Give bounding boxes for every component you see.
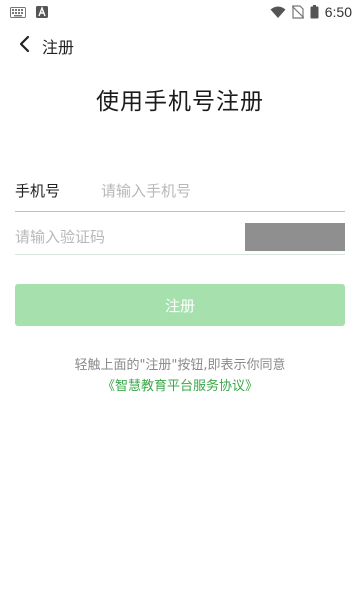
app-header: 注册 [0,28,360,64]
status-bar-right: 6:50 [270,4,352,20]
wifi-icon [270,6,286,19]
header-title: 注册 [42,38,75,57]
verification-code-input[interactable] [15,228,245,246]
page-title: 使用手机号注册 [96,89,264,115]
phone-input[interactable] [101,181,345,200]
register-screen: 6:50 注册 使用手机号注册 手机号 注册 轻触上面的"注册"按钮,即表示你同… [0,0,360,600]
captcha-image[interactable] [245,223,345,251]
chevron-left-icon [18,35,30,57]
battery-icon [310,5,319,19]
agreement-text: 轻触上面的"注册"按钮,即表示你同意 [74,358,286,373]
back-button[interactable] [12,32,36,60]
status-bar-left [10,6,48,18]
register-button[interactable]: 注册 [15,284,345,326]
status-bar: 6:50 [0,0,360,24]
phone-label: 手机号 [15,182,61,200]
status-time: 6:50 [324,4,352,20]
agreement-link[interactable]: 《智慧教育平台服务协议》 [0,375,360,394]
keyboard-icon [10,6,26,18]
a-badge-icon [36,6,48,18]
no-sim-icon [291,5,304,19]
code-field-row [15,220,345,255]
phone-field-row: 手机号 [15,170,345,212]
